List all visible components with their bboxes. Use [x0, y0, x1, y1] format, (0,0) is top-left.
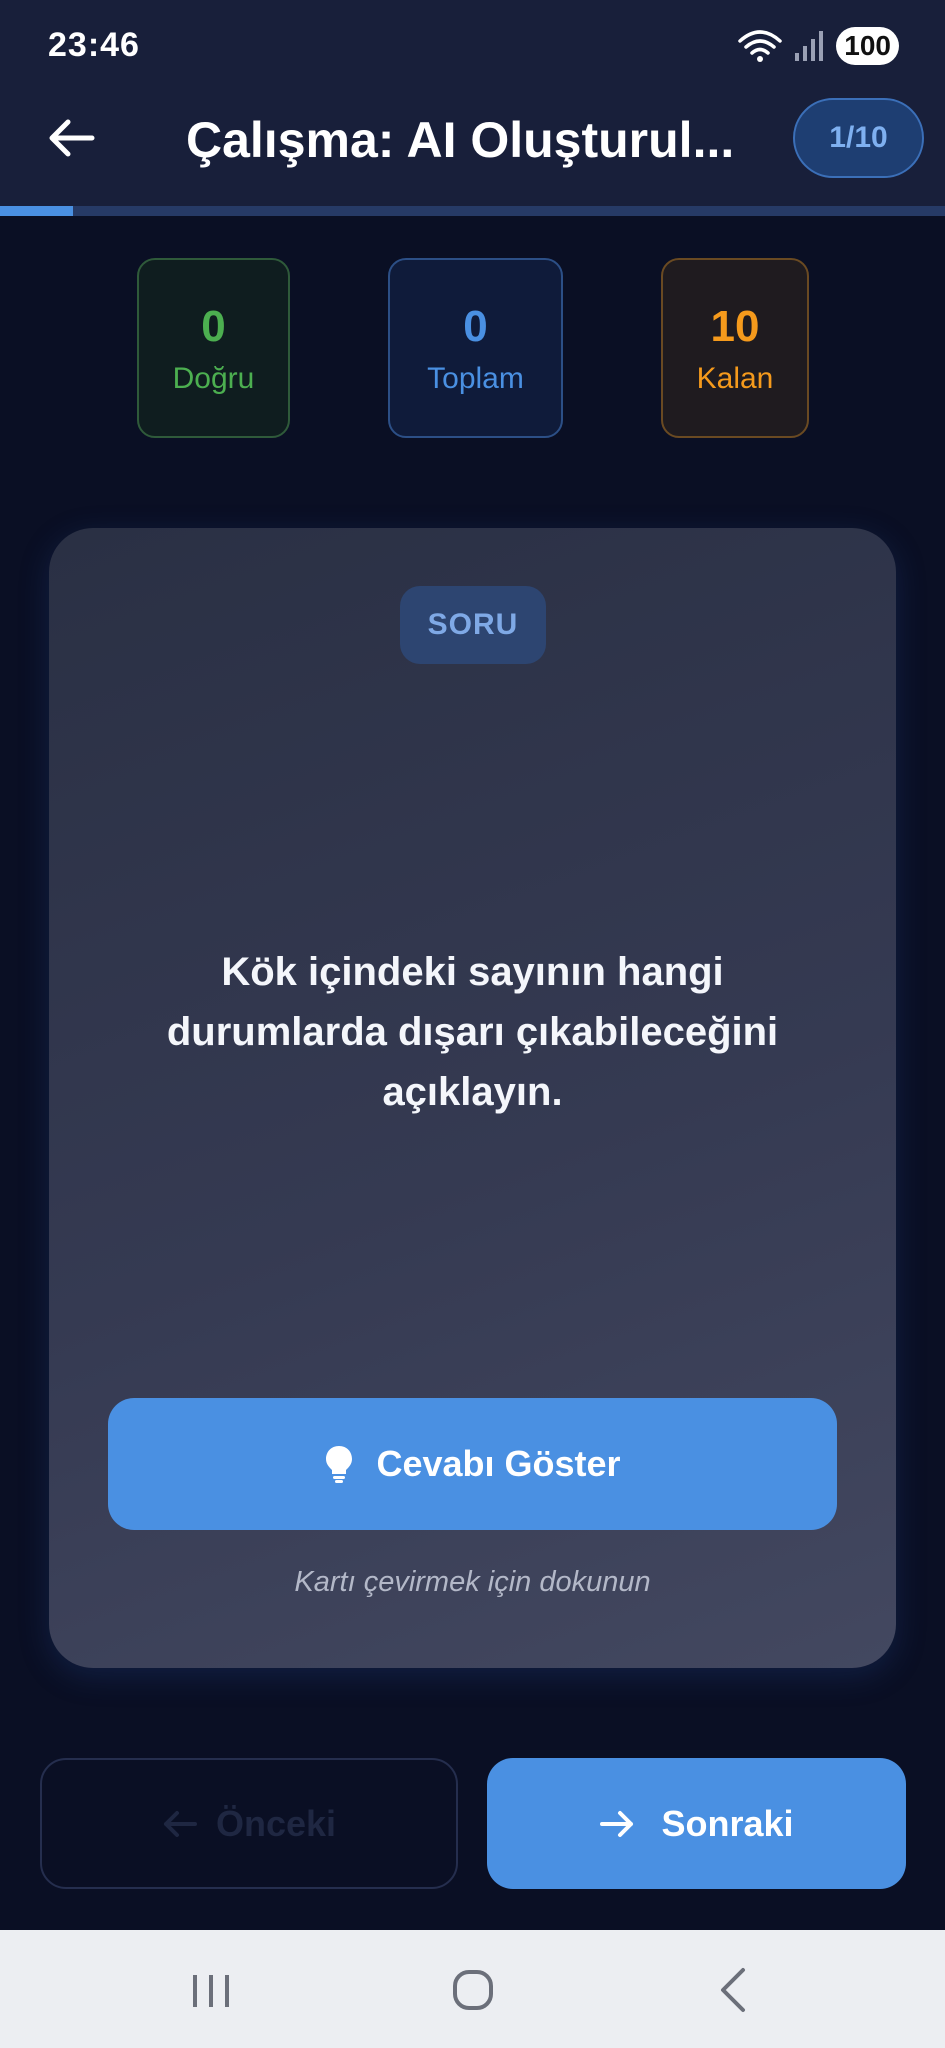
status-icons: 100: [738, 26, 899, 66]
stat-correct: 0 Doğru: [137, 258, 290, 438]
recents-icon[interactable]: [181, 1960, 241, 2020]
study-screen: 23:46 100 Çalışma: AI Oluşturul... 1/10 …: [0, 0, 945, 2048]
stat-total: 0 Toplam: [388, 258, 563, 438]
next-label: Sonraki: [661, 1802, 794, 1844]
back-icon[interactable]: [705, 1960, 765, 2020]
stat-correct-label: Doğru: [172, 362, 255, 395]
card-counter-badge: 1/10: [793, 98, 924, 178]
stat-remaining-value: 10: [710, 302, 760, 351]
progress-fill: [0, 206, 73, 216]
question-badge: SORU: [400, 586, 546, 664]
progress-bar: [0, 206, 945, 216]
flash-card[interactable]: SORU Kök içindeki sayının hangi durumlar…: [49, 528, 896, 1668]
arrow-left-icon: [49, 119, 95, 157]
back-button[interactable]: [40, 106, 104, 170]
show-answer-button[interactable]: Cevabı Göster: [108, 1398, 837, 1530]
battery-icon: 100: [836, 27, 899, 65]
previous-button[interactable]: Önceki: [40, 1758, 458, 1889]
stat-remaining: 10 Kalan: [661, 258, 809, 438]
signal-icon: [794, 29, 824, 63]
lightbulb-icon: [326, 1446, 353, 1483]
stat-total-value: 0: [463, 302, 488, 351]
stat-remaining-label: Kalan: [696, 362, 774, 395]
stat-total-label: Toplam: [427, 362, 524, 395]
arrow-right-icon: [600, 1810, 634, 1837]
wifi-icon: [738, 29, 783, 63]
previous-label: Önceki: [215, 1802, 337, 1844]
arrow-left-icon: [163, 1810, 197, 1837]
home-icon[interactable]: [443, 1960, 503, 2020]
status-time: 23:46: [48, 26, 140, 64]
next-button[interactable]: Sonraki: [487, 1758, 906, 1889]
flip-hint: Kartı çevirmek için dokunun: [294, 1566, 651, 1598]
top-app-bar: 23:46 100 Çalışma: AI Oluşturul... 1/10: [0, 0, 945, 208]
system-navigation-bar: [0, 1930, 945, 2048]
question-text: Kök içindeki sayının hangi durumlarda dı…: [166, 950, 779, 1114]
show-answer-label: Cevabı Göster: [376, 1443, 621, 1484]
stat-correct-value: 0: [201, 302, 226, 351]
page-title: Çalışma: AI Oluşturul...: [186, 112, 735, 168]
